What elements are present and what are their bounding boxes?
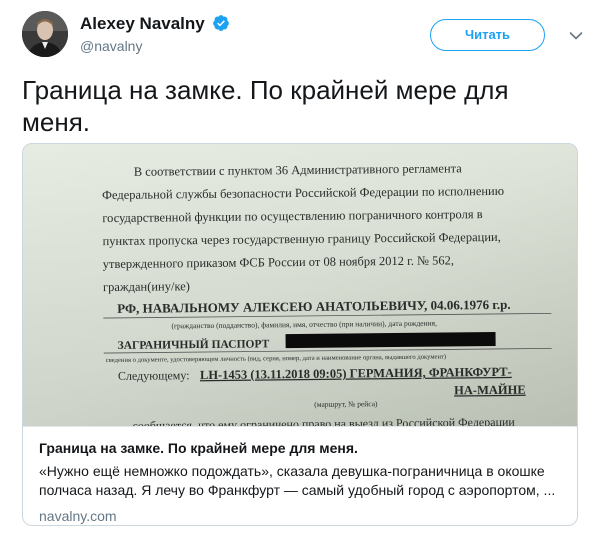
doc-line-6: граждан(ину/ке)	[103, 279, 190, 294]
verified-badge-icon	[212, 14, 230, 32]
doc-follows-label: Следующему:	[118, 368, 190, 383]
card-description-line-2: полчаса назад. Я лечу во Франкфурт — сам…	[39, 482, 556, 498]
card-domain[interactable]: navalny.com	[39, 507, 563, 525]
follow-button[interactable]: Читать	[430, 19, 545, 51]
doc-flight-caption: (маршрут, № рейса)	[314, 399, 378, 409]
card-description: «Нужно ещё немножко подождать», сказала …	[39, 462, 563, 500]
tweet-text: Граница на замке. По крайней мере для ме…	[22, 75, 509, 137]
card-description-line-1: «Нужно ещё немножко подождать», сказала …	[39, 463, 545, 479]
card-body[interactable]: Граница на замке. По крайней мере для ме…	[23, 426, 577, 525]
tweet-header: Alexey Navalny @navalny Читать	[22, 11, 583, 57]
link-card[interactable]: В соответствии с пунктом 36 Администрати…	[22, 143, 578, 526]
author-name[interactable]: Alexey Navalny	[80, 13, 205, 35]
redaction-bar	[285, 331, 496, 349]
author-names: Alexey Navalny @navalny	[80, 13, 230, 55]
avatar[interactable]	[22, 11, 68, 57]
doc-flight-line-2: НА-МАЙНЕ	[454, 383, 526, 398]
card-title[interactable]: Граница на замке. По крайней мере для ме…	[39, 439, 563, 457]
card-image-document-photo: В соответствии с пунктом 36 Администрати…	[23, 144, 577, 426]
chevron-down-icon[interactable]	[569, 28, 583, 40]
author-handle[interactable]: @navalny	[80, 37, 230, 55]
